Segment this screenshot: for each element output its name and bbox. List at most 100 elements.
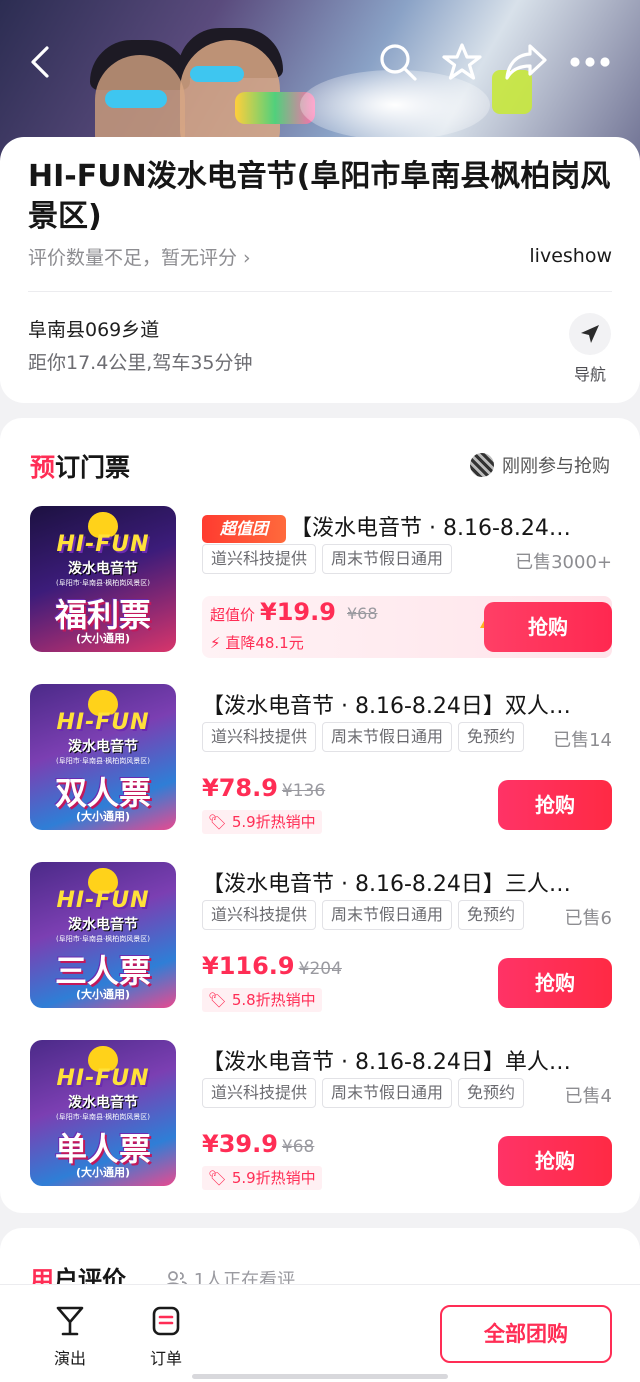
divider xyxy=(28,291,612,292)
tag-no-reservation: 免预约 xyxy=(458,1078,525,1108)
ticket-item[interactable]: HI-FUN 泼水电音节 (阜阳市·阜南县·枫柏岗风景区) 三人票 (大小通用)… xyxy=(30,862,612,1012)
hot-sale-text: 5.9折热销中 xyxy=(231,813,316,831)
thumb-note: (大小通用) xyxy=(75,1166,131,1179)
ticket-title: 【泼水电音节 · 8.16-8.24日】双人… xyxy=(202,694,571,719)
price-row: ¥39.9 ¥68 xyxy=(202,1130,314,1158)
ticket-item[interactable]: HI-FUN 泼水电音节 (阜阳市·阜南县·枫柏岗风景区) 双人票 (大小通用)… xyxy=(30,684,612,834)
current-price: ¥39.9 xyxy=(202,1130,278,1158)
orders-tab[interactable]: 订单 xyxy=(136,1305,196,1369)
tag-provider: 道兴科技提供 xyxy=(202,1078,317,1108)
share-icon xyxy=(505,44,547,80)
ticket-tags: 道兴科技提供 周末节假日通用 免预约 xyxy=(202,1078,525,1108)
ticket-thumbnail: HI-FUN 泼水电音节 (阜阳市·阜南县·枫柏岗风景区) 福利票 (大小通用) xyxy=(30,506,176,652)
current-price: ¥78.9 xyxy=(202,774,278,802)
share-button[interactable] xyxy=(502,36,550,88)
ticket-title: 【泼水电音节 · 8.16-8.24日】单人… xyxy=(202,1050,571,1075)
tag-no-reservation: 免预约 xyxy=(458,900,525,930)
buy-button[interactable]: 抢购 xyxy=(484,602,612,652)
all-group-deals-button[interactable]: 全部团购 xyxy=(440,1305,612,1363)
buy-button[interactable]: 抢购 xyxy=(498,780,612,830)
original-price: ¥136 xyxy=(281,781,326,801)
ticket-tags: 道兴科技提供 周末节假日通用 xyxy=(202,544,453,574)
navigation-arrow-icon xyxy=(581,325,599,343)
favorite-button[interactable] xyxy=(438,36,486,88)
thumb-logo: HI-FUN xyxy=(56,888,150,913)
navigation-label: 导航 xyxy=(573,365,606,384)
sold-count: 已售6 xyxy=(564,908,612,929)
tag-usage: 周末节假日通用 xyxy=(322,1078,453,1108)
thumb-logo: HI-FUN xyxy=(56,532,150,557)
tag-provider: 道兴科技提供 xyxy=(202,722,317,752)
ticket-section: 预订门票 刚刚参与抢购 HI-FUN 泼水电音节 (阜阳市·阜南县·枫柏岗风景区… xyxy=(0,418,640,1213)
ticket-thumbnail: HI-FUN 泼水电音节 (阜阳市·阜南县·枫柏岗风景区) 三人票 (大小通用) xyxy=(30,862,176,1008)
current-price: ¥116.9 xyxy=(202,952,295,980)
ticket-item[interactable]: HI-FUN 泼水电音节 (阜阳市·阜南县·枫柏岗风景区) 单人票 (大小通用)… xyxy=(30,1040,612,1190)
navigation-button[interactable]: 导航 xyxy=(566,313,614,384)
original-price: ¥68 xyxy=(281,1137,315,1157)
ticket-title-text: 【泼水电音节 · 8.16-8.24… xyxy=(290,516,571,541)
ticket-item[interactable]: HI-FUN 泼水电音节 (阜阳市·阜南县·枫柏岗风景区) 福利票 (大小通用)… xyxy=(30,506,612,658)
thumb-note: (大小通用) xyxy=(75,810,131,823)
section-title: 预订门票 xyxy=(30,448,130,484)
tag-no-reservation: 免预约 xyxy=(458,722,525,752)
price-row: ¥116.9 ¥204 xyxy=(202,952,342,980)
ticket-thumbnail: HI-FUN 泼水电音节 (阜阳市·阜南县·枫柏岗风景区) 单人票 (大小通用) xyxy=(30,1040,176,1186)
ticket-tags: 道兴科技提供 周末节假日通用 免预约 xyxy=(202,722,525,752)
orders-tab-label: 订单 xyxy=(149,1349,182,1368)
thumb-subtitle: 泼水电音节 xyxy=(68,561,138,577)
reviews-section: 用户评价 1人正在看评 xyxy=(0,1228,640,1294)
hot-sale-badge: 🏷 5.9折热销中 xyxy=(202,1166,322,1190)
search-button[interactable] xyxy=(374,36,422,88)
promo-price-strip: 超值价 ¥19.9 ¥68 ⚡ 直降48.1元 抢购 xyxy=(202,596,612,658)
tag-provider: 道兴科技提供 xyxy=(202,544,317,574)
ticket-thumbnail: HI-FUN 泼水电音节 (阜阳市·阜南县·枫柏岗风景区) 双人票 (大小通用) xyxy=(30,684,176,830)
thumb-location: (阜阳市·阜南县·枫柏岗风景区) xyxy=(56,935,150,943)
hot-sale-badge: 🏷 5.8折热销中 xyxy=(202,988,322,1012)
current-price: ¥19.9 xyxy=(260,598,336,626)
ticket-title: 【泼水电音节 · 8.16-8.24日】三人… xyxy=(202,872,571,897)
page-title: HI-FUN泼水电音节(阜阳市阜南县枫柏岗风景区) xyxy=(28,159,611,234)
rating-link[interactable]: 评价数量不足，暂无评分 › xyxy=(28,243,251,270)
cocktail-icon xyxy=(56,1306,84,1336)
navigation-icon-wrap xyxy=(569,313,611,355)
section-title-accent: 预 xyxy=(30,453,56,482)
user-avatar-icon xyxy=(470,453,494,477)
sold-count: 已售3000+ xyxy=(515,552,612,573)
sold-count: 已售4 xyxy=(564,1086,612,1107)
thumb-location: (阜阳市·阜南县·枫柏岗风景区) xyxy=(56,757,150,765)
search-icon xyxy=(380,44,417,81)
thumb-note: (大小通用) xyxy=(75,632,131,645)
hot-sale-text: 5.8折热销中 xyxy=(231,991,316,1009)
thumb-location: (阜阳市·阜南县·枫柏岗风景区) xyxy=(56,579,150,587)
top-navigation-bar xyxy=(0,36,640,92)
buy-button[interactable]: 抢购 xyxy=(498,1136,612,1186)
home-indicator xyxy=(192,1374,448,1379)
brand-name: liveshow xyxy=(529,245,612,267)
ticket-tags: 道兴科技提供 周末节假日通用 免预约 xyxy=(202,900,525,930)
back-icon xyxy=(31,46,49,78)
venue-info-card: HI-FUN泼水电音节(阜阳市阜南县枫柏岗风景区) 评价数量不足，暂无评分 › … xyxy=(0,137,640,403)
hot-sale-badge: 🏷 5.9折热销中 xyxy=(202,810,322,834)
thumb-subtitle: 泼水电音节 xyxy=(68,1095,138,1111)
shows-tab-label: 演出 xyxy=(53,1349,86,1368)
star-icon xyxy=(442,43,482,80)
original-price: ¥68 xyxy=(347,604,378,623)
distance-text: 距你17.4公里,驾车35分钟 xyxy=(28,352,253,374)
shows-tab[interactable]: 演出 xyxy=(40,1305,100,1369)
thumb-subtitle: 泼水电音节 xyxy=(68,739,138,755)
back-button[interactable] xyxy=(16,36,64,88)
thumb-subtitle: 泼水电音节 xyxy=(68,917,138,933)
address-text: 阜南县069乡道 xyxy=(28,319,160,341)
recent-purchase-text: 刚刚参与抢购 xyxy=(502,456,610,477)
ticket-title: 超值团 【泼水电音节 · 8.16-8.24… xyxy=(202,510,612,543)
buy-button[interactable]: 抢购 xyxy=(498,958,612,1008)
bottom-action-bar: 演出 订单 全部团购 xyxy=(0,1284,640,1382)
hero-sunglasses xyxy=(105,90,167,108)
tag-usage: 周末节假日通用 xyxy=(322,722,453,752)
more-button[interactable] xyxy=(566,36,614,88)
value-group-badge: 超值团 xyxy=(202,515,286,543)
more-icon xyxy=(570,57,610,67)
tag-usage: 周末节假日通用 xyxy=(322,900,453,930)
hot-sale-text: 5.9折热销中 xyxy=(231,1169,316,1187)
thumb-logo: HI-FUN xyxy=(56,710,150,735)
